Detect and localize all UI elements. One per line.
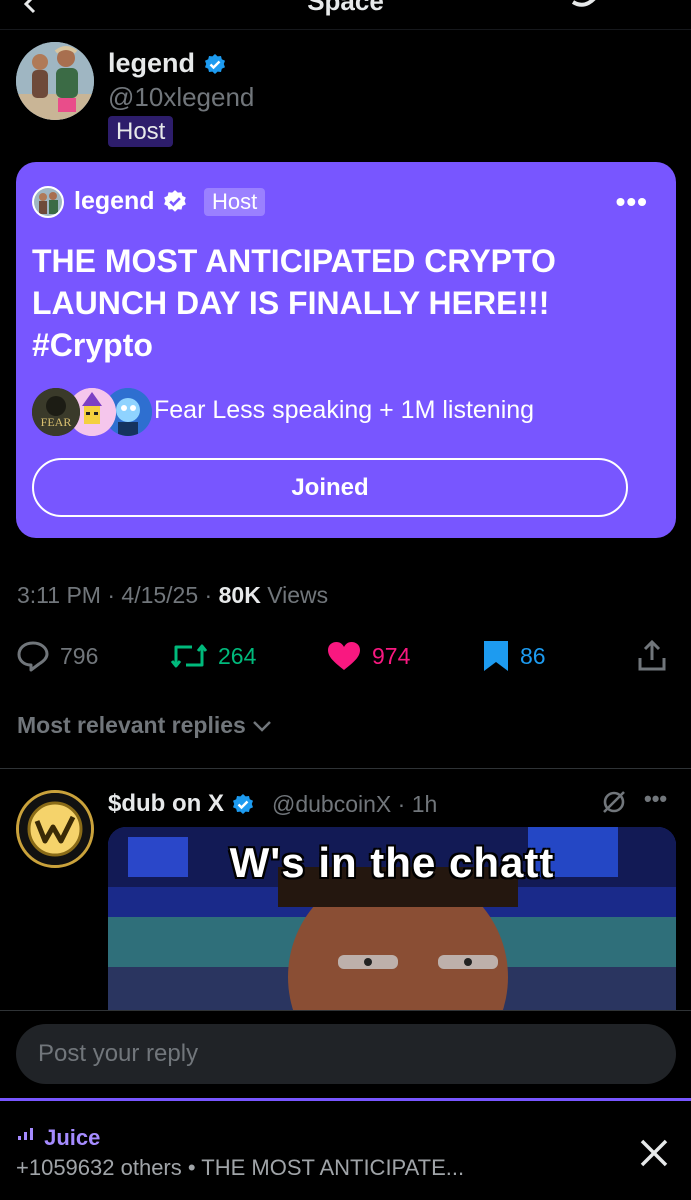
reply-gif[interactable]: W's in the chatt <box>108 827 676 1017</box>
bookmark-button[interactable]: 86 <box>482 638 546 674</box>
top-bar: Space <box>0 0 691 30</box>
space-mini-player[interactable]: Juice +1059632 others • THE MOST ANTICIP… <box>0 1098 691 1200</box>
gif-caption: W's in the chatt <box>229 839 555 886</box>
speaker-avatars: FEAR <box>32 388 162 438</box>
space-host-badge: Host <box>204 188 266 216</box>
verified-icon <box>163 190 186 213</box>
author-avatar[interactable] <box>16 42 94 120</box>
post-meta: 3:11 PM · 4/15/25 · 80K Views <box>17 582 329 608</box>
heart-icon <box>328 642 360 670</box>
space-host-avatar <box>32 186 64 218</box>
space-title: THE MOST ANTICIPATED CRYPTO LAUNCH DAY I… <box>32 243 556 363</box>
more-icon[interactable]: ••• <box>644 786 667 812</box>
reply-author-name[interactable]: $dub on X <box>108 790 255 818</box>
more-icon[interactable]: ••• <box>616 186 648 218</box>
author-handle[interactable]: @10xlegend <box>108 82 254 113</box>
verified-icon <box>232 793 253 814</box>
repost-button[interactable]: 264 <box>170 638 256 674</box>
close-icon[interactable] <box>636 1135 672 1171</box>
chevron-down-icon <box>253 721 272 732</box>
divider <box>0 768 691 769</box>
reply-button[interactable]: 796 <box>16 638 98 674</box>
mini-player-subtitle: +1059632 others • THE MOST ANTICIPATE... <box>16 1155 465 1180</box>
verified-icon <box>204 53 225 74</box>
grok-icon[interactable] <box>600 788 628 821</box>
audio-wave-icon <box>18 1128 33 1140</box>
share-icon <box>638 640 666 671</box>
bookmark-icon <box>484 641 508 671</box>
share-button[interactable] <box>636 638 678 674</box>
repost-icon <box>170 644 208 668</box>
mini-player-title: Juice <box>16 1125 100 1151</box>
speaker-avatar: FEAR <box>32 388 80 436</box>
reply-avatar[interactable] <box>16 790 94 868</box>
reply-input[interactable] <box>16 1024 676 1084</box>
space-card[interactable]: legend Host ••• THE MOST ANTICIPATED CRY… <box>16 162 676 538</box>
like-button[interactable]: 974 <box>326 638 410 674</box>
reply-handle[interactable]: @dubcoinX · 1h <box>272 791 437 818</box>
joined-button[interactable]: Joined <box>32 458 628 517</box>
author-name[interactable]: legend <box>108 48 227 79</box>
reply-sort-dropdown[interactable]: Most relevant replies <box>17 712 272 739</box>
listener-count: Fear Less speaking + 1M listening <box>154 396 535 424</box>
space-host-name: legend <box>74 187 188 216</box>
host-badge: Host <box>108 116 174 147</box>
svg-text:FEAR: FEAR <box>41 415 72 429</box>
grok-icon[interactable] <box>569 0 609 8</box>
reply-icon <box>17 641 49 672</box>
